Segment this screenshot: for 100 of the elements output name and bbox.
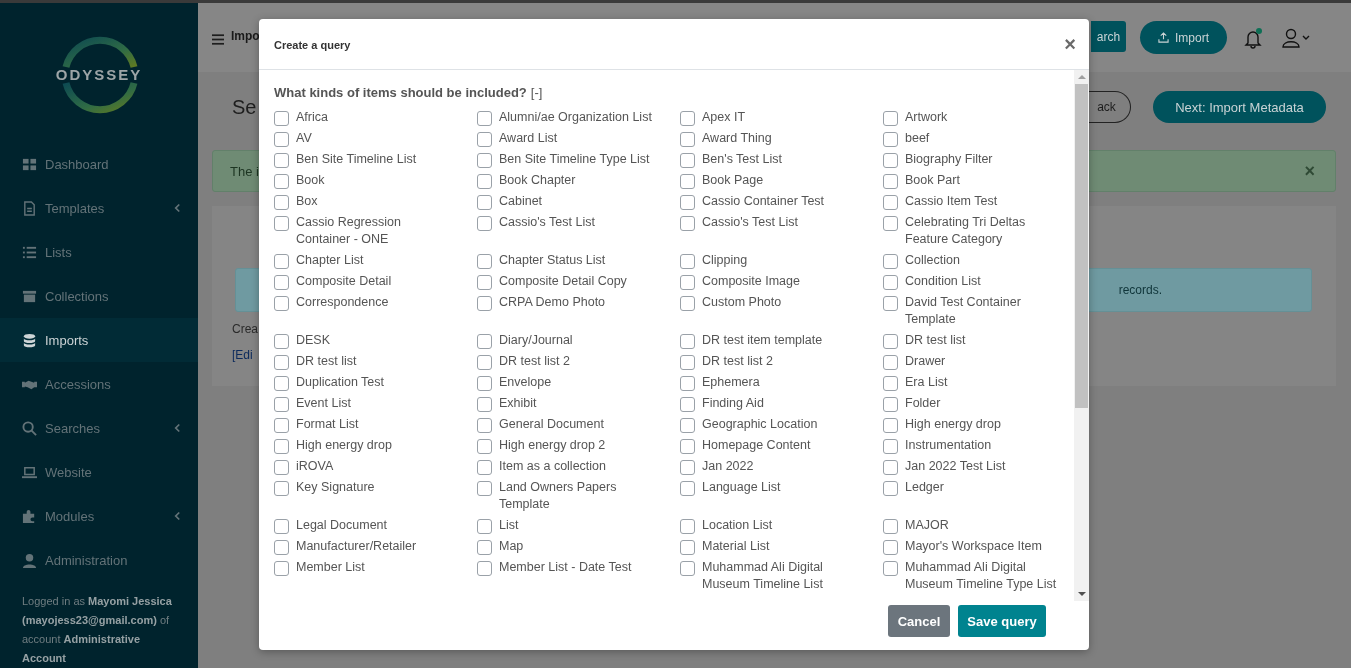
option-label[interactable]: Clipping xyxy=(702,252,748,269)
option-label[interactable]: Chapter List xyxy=(296,252,364,269)
option-label[interactable]: Instrumentation xyxy=(905,437,992,454)
checkbox[interactable] xyxy=(680,195,695,210)
checkbox[interactable] xyxy=(680,481,695,496)
option-label[interactable]: Celebrating Tri Deltas Feature Category xyxy=(905,214,1067,248)
option-label[interactable]: Cabinet xyxy=(499,193,543,210)
search-button[interactable]: arch xyxy=(1091,21,1126,52)
checkbox[interactable] xyxy=(680,275,695,290)
checkbox[interactable] xyxy=(680,460,695,475)
checkbox[interactable] xyxy=(274,481,289,496)
option-label[interactable]: Chapter Status List xyxy=(499,252,606,269)
checkbox[interactable] xyxy=(680,254,695,269)
checkbox[interactable] xyxy=(883,439,898,454)
checkbox[interactable] xyxy=(680,519,695,534)
checkbox[interactable] xyxy=(680,540,695,555)
option-label[interactable]: Era List xyxy=(905,374,948,391)
option-label[interactable]: Diary/Journal xyxy=(499,332,573,349)
checkbox[interactable] xyxy=(477,397,492,412)
option-label[interactable]: Composite Image xyxy=(702,273,800,290)
option-label[interactable]: Custom Photo xyxy=(702,294,782,311)
checkbox[interactable] xyxy=(680,334,695,349)
option-label[interactable]: Ephemera xyxy=(702,374,760,391)
option-label[interactable]: Geographic Location xyxy=(702,416,818,433)
option-label[interactable]: General Document xyxy=(499,416,604,433)
option-label[interactable]: Box xyxy=(296,193,318,210)
checkbox[interactable] xyxy=(680,439,695,454)
option-label[interactable]: Finding Aid xyxy=(702,395,764,412)
option-label[interactable]: Land Owners Papers Template xyxy=(499,479,661,513)
checkbox[interactable] xyxy=(477,540,492,555)
checkbox[interactable] xyxy=(274,561,289,576)
option-label[interactable]: Event List xyxy=(296,395,351,412)
checkbox[interactable] xyxy=(680,153,695,168)
option-label[interactable]: Cassio Item Test xyxy=(905,193,998,210)
option-label[interactable]: High energy drop xyxy=(296,437,392,454)
checkbox[interactable] xyxy=(883,561,898,576)
checkbox[interactable] xyxy=(274,275,289,290)
option-label[interactable]: Cassio Container Test xyxy=(702,193,825,210)
checkbox[interactable] xyxy=(477,439,492,454)
checkbox[interactable] xyxy=(680,296,695,311)
checkbox[interactable] xyxy=(477,132,492,147)
checkbox[interactable] xyxy=(883,195,898,210)
checkbox[interactable] xyxy=(883,275,898,290)
option-label[interactable]: Award List xyxy=(499,130,558,147)
checkbox[interactable] xyxy=(477,460,492,475)
checkbox[interactable] xyxy=(274,519,289,534)
checkbox[interactable] xyxy=(477,254,492,269)
option-label[interactable]: DR test list xyxy=(905,332,966,349)
option-label[interactable]: Cassio's Test List xyxy=(702,214,798,231)
checkbox[interactable] xyxy=(883,397,898,412)
checkbox[interactable] xyxy=(274,153,289,168)
option-label[interactable]: DESK xyxy=(296,332,331,349)
option-label[interactable]: Item as a collection xyxy=(499,458,606,475)
checkbox[interactable] xyxy=(274,355,289,370)
option-label[interactable]: Book Page xyxy=(702,172,764,189)
checkbox[interactable] xyxy=(477,481,492,496)
option-label[interactable]: DR test list xyxy=(296,353,357,370)
checkbox[interactable] xyxy=(274,296,289,311)
option-label[interactable]: MAJOR xyxy=(905,517,949,534)
option-label[interactable]: Apex IT xyxy=(702,109,746,126)
checkbox[interactable] xyxy=(680,561,695,576)
checkbox[interactable] xyxy=(274,216,289,231)
checkbox[interactable] xyxy=(680,111,695,126)
option-label[interactable]: Composite Detail xyxy=(296,273,392,290)
option-label[interactable]: Material List xyxy=(702,538,770,555)
checkbox[interactable] xyxy=(477,216,492,231)
option-label[interactable]: Africa xyxy=(296,109,328,126)
next-button[interactable]: Next: Import Metadata xyxy=(1153,91,1326,123)
option-label[interactable]: High energy drop xyxy=(905,416,1001,433)
option-label[interactable]: Format List xyxy=(296,416,359,433)
option-label[interactable]: Biography Filter xyxy=(905,151,993,168)
option-label[interactable]: Folder xyxy=(905,395,941,412)
option-label[interactable]: Key Signature xyxy=(296,479,375,496)
checkbox[interactable] xyxy=(680,216,695,231)
option-label[interactable]: Artwork xyxy=(905,109,948,126)
checkbox[interactable] xyxy=(274,540,289,555)
option-label[interactable]: AV xyxy=(296,130,312,147)
option-label[interactable]: iROVA xyxy=(296,458,334,475)
option-label[interactable]: Muhammad Ali Digital Museum Timeline List xyxy=(702,559,864,593)
checkbox[interactable] xyxy=(477,418,492,433)
checkbox[interactable] xyxy=(883,153,898,168)
checkbox[interactable] xyxy=(274,439,289,454)
checkbox[interactable] xyxy=(274,397,289,412)
checkbox[interactable] xyxy=(680,174,695,189)
checkbox[interactable] xyxy=(883,296,898,311)
option-label[interactable]: Member List xyxy=(296,559,365,576)
option-label[interactable]: Location List xyxy=(702,517,773,534)
option-label[interactable]: Homepage Content xyxy=(702,437,811,454)
checkbox[interactable] xyxy=(477,296,492,311)
checkbox[interactable] xyxy=(274,460,289,475)
checkbox[interactable] xyxy=(883,111,898,126)
option-label[interactable]: Ben's Test List xyxy=(702,151,782,168)
checkbox[interactable] xyxy=(477,355,492,370)
checkbox[interactable] xyxy=(680,397,695,412)
option-label[interactable]: DR test list 2 xyxy=(702,353,773,370)
option-label[interactable]: Alumni/ae Organization List xyxy=(499,109,652,126)
checkbox[interactable] xyxy=(883,418,898,433)
option-label[interactable]: Manufacturer/Retailer xyxy=(296,538,417,555)
bell-icon[interactable] xyxy=(1243,26,1265,49)
option-label[interactable]: Drawer xyxy=(905,353,946,370)
